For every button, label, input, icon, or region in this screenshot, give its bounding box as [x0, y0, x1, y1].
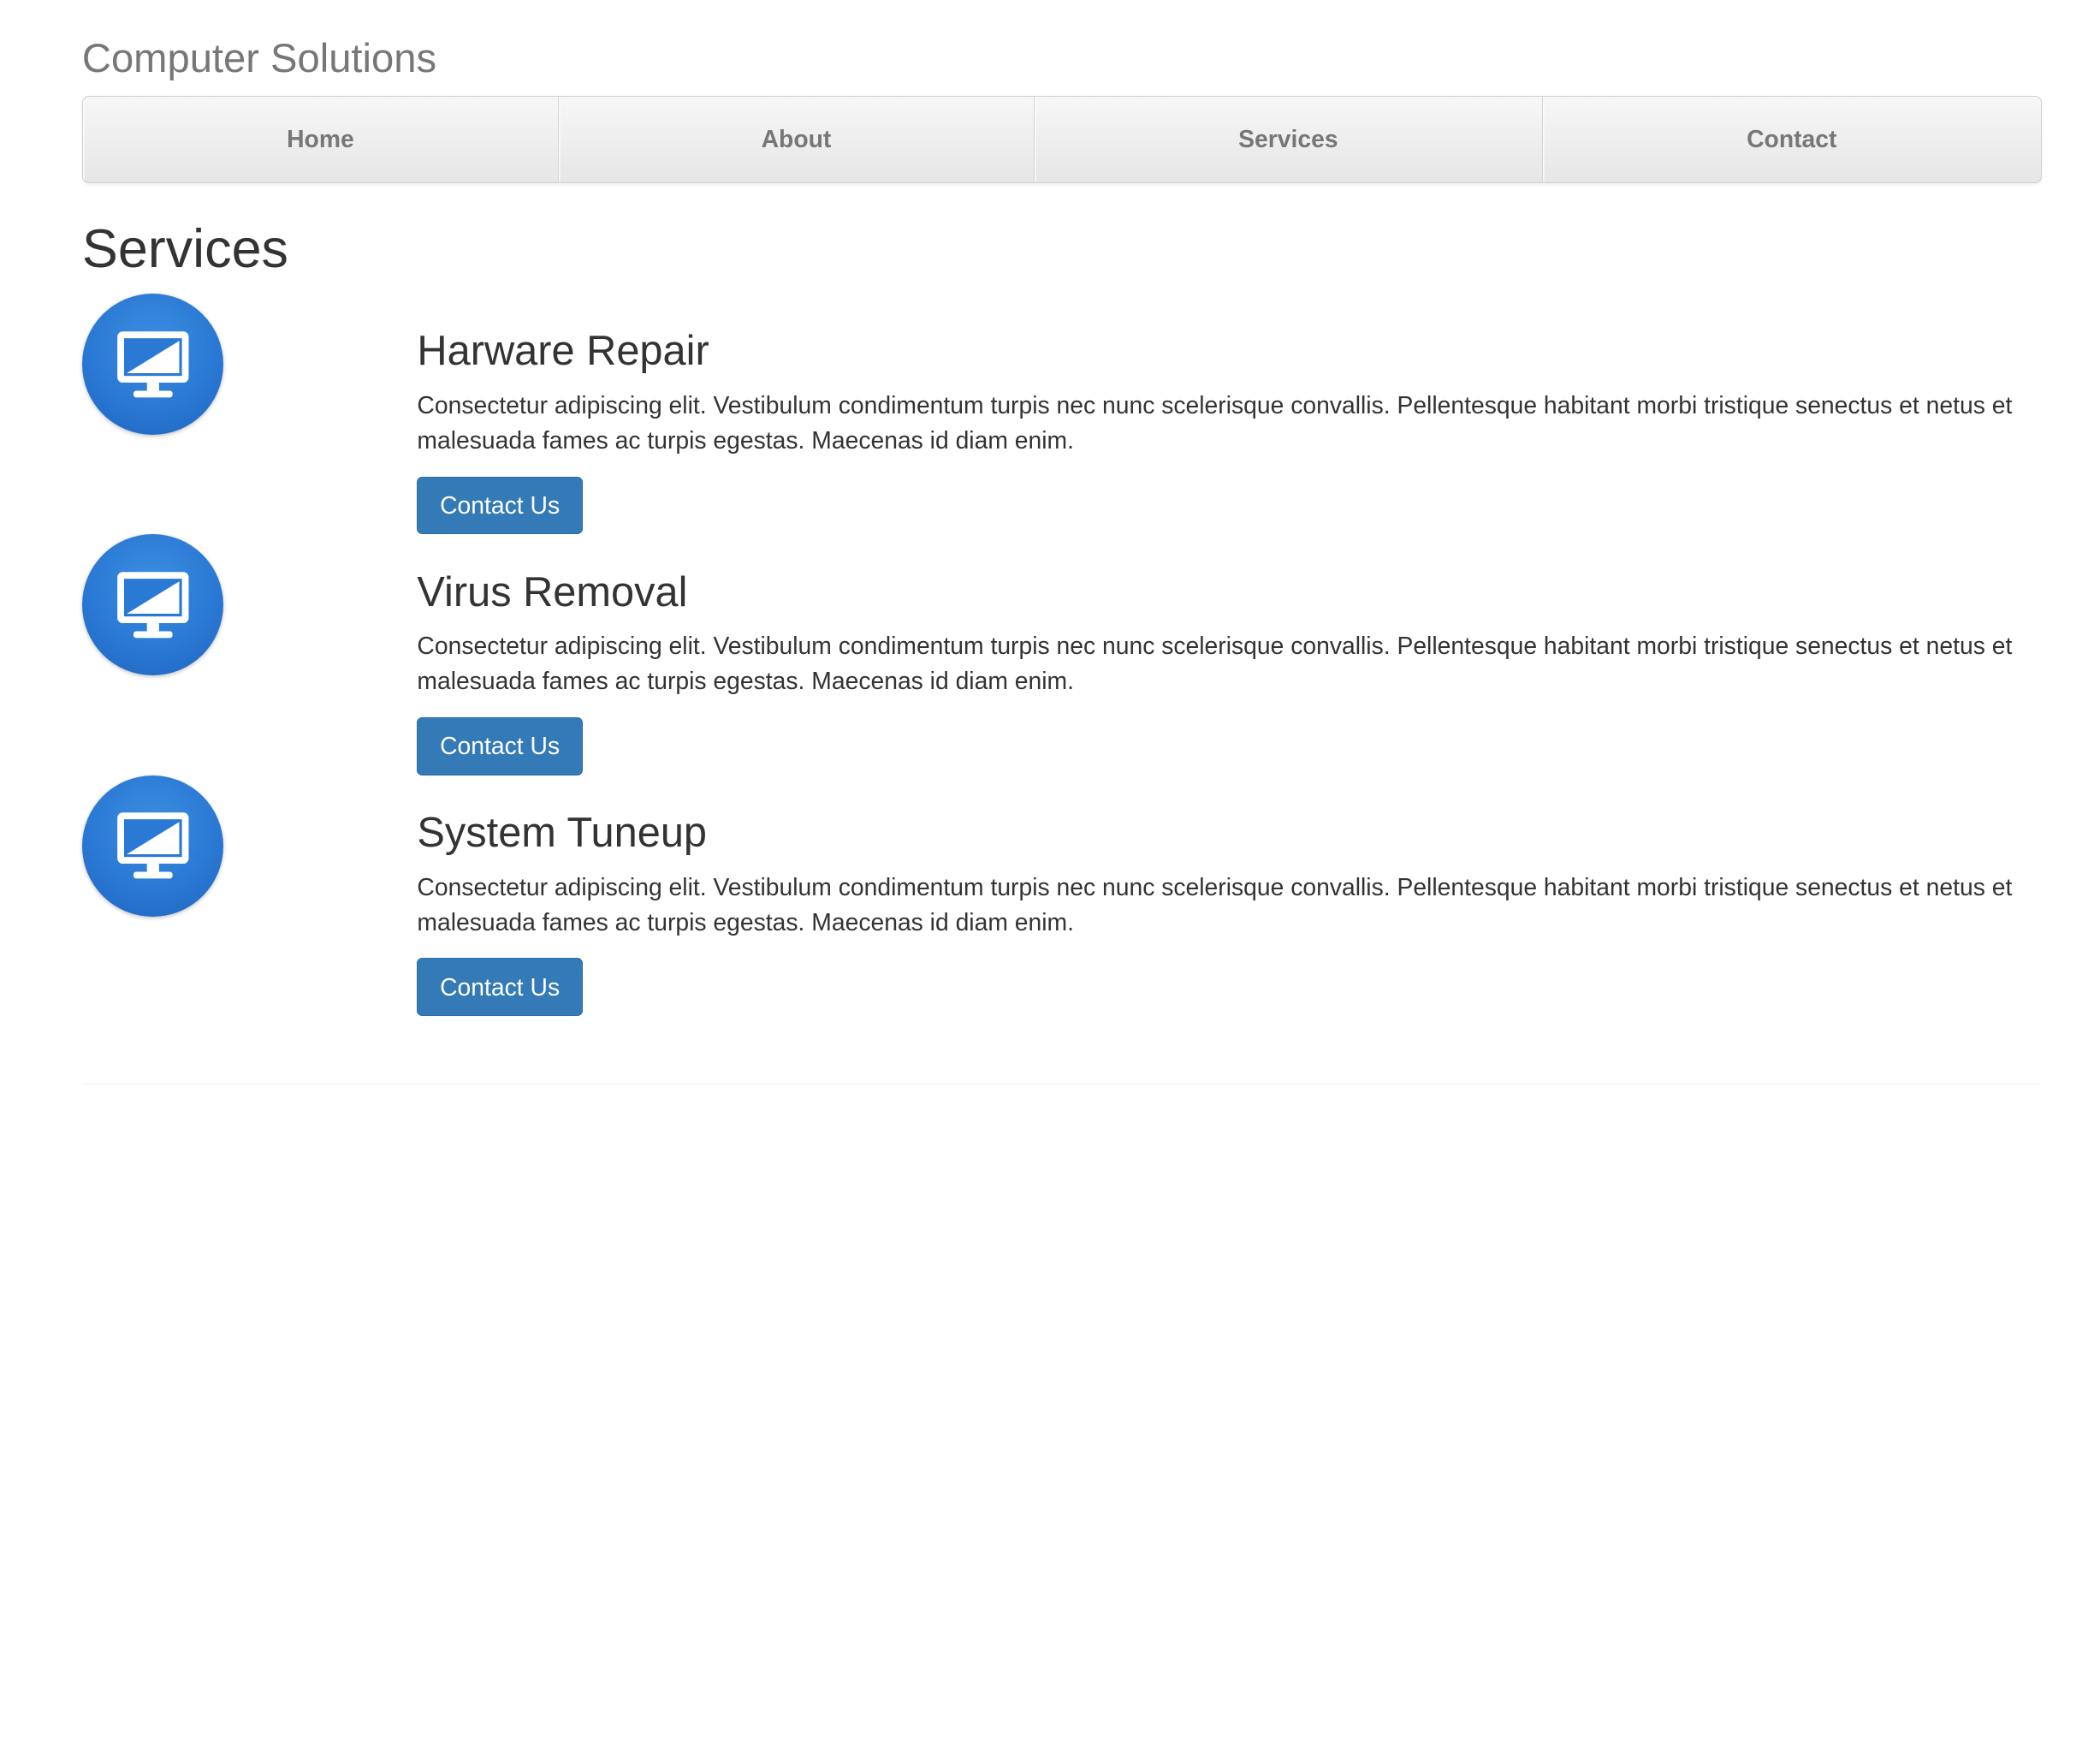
service-title: Harware Repair	[417, 328, 709, 375]
page-title: Services	[81, 218, 288, 279]
service-description: Consectetur adipiscing elit. Vestibulum …	[417, 390, 2013, 454]
nav-item-about[interactable]: About	[559, 96, 1035, 183]
site-brand[interactable]: Computer Solutions	[82, 33, 436, 84]
monitor-icon	[81, 775, 223, 917]
monitor-icon-graphic	[116, 812, 189, 879]
service-item-hardware-repair: Harware Repair Consectetur adipiscing el…	[81, 293, 2040, 535]
nav-item-services[interactable]: Services	[1035, 96, 1543, 183]
service-title: Virus Removal	[417, 568, 688, 615]
contact-us-button[interactable]: Contact Us	[417, 476, 583, 535]
monitor-icon-graphic	[116, 572, 189, 639]
nav-item-contact[interactable]: Contact	[1543, 97, 2041, 183]
service-description: Consectetur adipiscing elit. Vestibulum …	[417, 872, 2013, 936]
service-body: Virus Removal Consectetur adipiscing eli…	[417, 562, 2039, 775]
service-body: System Tuneup Consectetur adipiscing eli…	[417, 802, 2039, 1017]
nav-item-home[interactable]: Home	[83, 96, 559, 183]
contact-us-button[interactable]: Contact Us	[417, 958, 583, 1017]
service-item-system-tuneup: System Tuneup Consectetur adipiscing eli…	[81, 775, 2040, 1017]
service-body: Harware Repair Consectetur adipiscing el…	[417, 320, 2039, 535]
service-description: Consectetur adipiscing elit. Vestibulum …	[417, 632, 2013, 695]
service-title: System Tuneup	[417, 810, 708, 857]
main-navbar: Home About Services Contact	[81, 95, 2042, 184]
monitor-icon	[81, 293, 223, 435]
monitor-icon	[81, 534, 223, 676]
monitor-icon-graphic	[116, 330, 189, 397]
page: Computer Solutions Home About Services C…	[0, 0, 2100, 1747]
contact-us-button[interactable]: Contact Us	[417, 717, 583, 775]
service-item-virus-removal: Virus Removal Consectetur adipiscing eli…	[81, 534, 2040, 775]
